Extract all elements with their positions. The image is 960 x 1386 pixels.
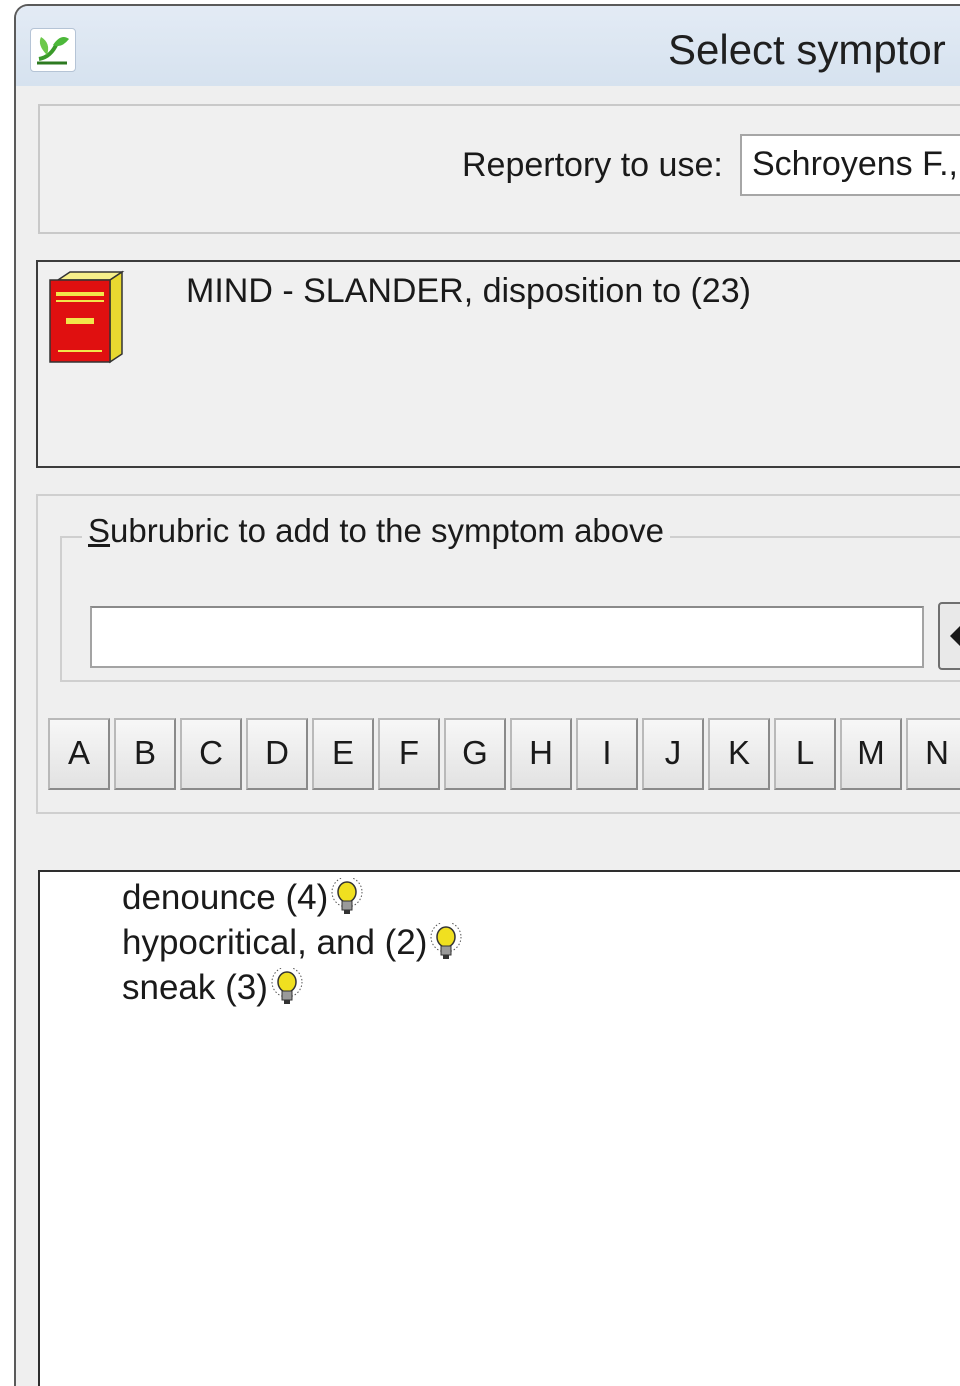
arrow-left-icon: [950, 624, 960, 648]
letter-button-d[interactable]: D: [246, 718, 308, 790]
letter-button-m[interactable]: M: [840, 718, 902, 790]
letter-button-j[interactable]: J: [642, 718, 704, 790]
detail-panel: [902, 870, 960, 1386]
list-item[interactable]: hypocritical, and (2): [122, 923, 463, 963]
add-subrubric-button[interactable]: [938, 602, 960, 670]
letter-button-f[interactable]: F: [378, 718, 440, 790]
symptom-title: MIND - SLANDER, disposition to (23): [186, 272, 751, 310]
letter-button-n[interactable]: N: [906, 718, 960, 790]
repertory-select[interactable]: Schroyens F., S: [740, 134, 960, 196]
list-item[interactable]: sneak (3): [122, 968, 304, 1008]
subrubric-legend: Subrubric to add to the symptom above: [82, 512, 670, 550]
title-bar[interactable]: Select symptor: [16, 6, 960, 86]
letter-button-c[interactable]: C: [180, 718, 242, 790]
letter-button-a[interactable]: A: [48, 718, 110, 790]
subrubric-groupbox: Subrubric to add to the symptom above: [60, 512, 960, 682]
leaf-app-icon[interactable]: [30, 28, 76, 72]
symptom-panel: MIND - SLANDER, disposition to (23): [36, 260, 960, 468]
letter-button-k[interactable]: K: [708, 718, 770, 790]
letter-button-h[interactable]: H: [510, 718, 572, 790]
book-icon: [48, 270, 128, 366]
letter-button-e[interactable]: E: [312, 718, 374, 790]
list-item[interactable]: denounce (4): [122, 878, 364, 918]
subrubric-panel: Subrubric to add to the symptom above A …: [36, 494, 960, 814]
select-symptom-dialog: Select symptor Repertory to use: Schroye…: [14, 4, 960, 1386]
list-item-label: denounce (4): [122, 878, 329, 917]
list-item-label: hypocritical, and (2): [122, 923, 428, 962]
letter-button-i[interactable]: I: [576, 718, 638, 790]
lightbulb-icon: [271, 968, 303, 1004]
letter-button-l[interactable]: L: [774, 718, 836, 790]
repertory-panel: Repertory to use: Schroyens F., S: [38, 104, 960, 234]
letter-button-g[interactable]: G: [444, 718, 506, 790]
lightbulb-icon: [331, 878, 363, 914]
subrubric-list[interactable]: denounce (4) hypocritical, and (2) sneak…: [38, 870, 905, 1386]
subrubric-legend-accel: S: [88, 512, 111, 549]
repertory-label: Repertory to use:: [462, 146, 723, 184]
lightbulb-icon: [430, 923, 462, 959]
subrubric-input[interactable]: [90, 606, 924, 668]
letter-button-b[interactable]: B: [114, 718, 176, 790]
list-item-label: sneak (3): [122, 968, 268, 1007]
window-title: Select symptor: [668, 26, 946, 73]
subrubric-legend-text: ubrubric to add to the symptom above: [110, 512, 664, 549]
